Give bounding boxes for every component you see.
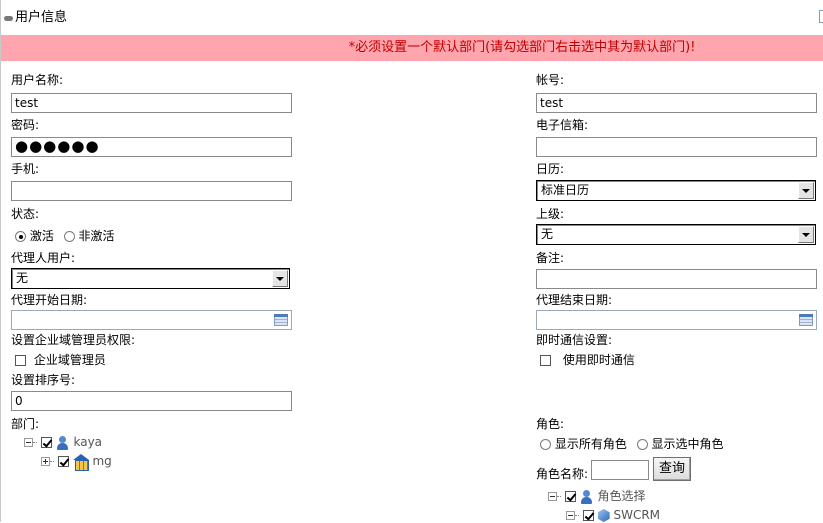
role-radio-group: 显示所有角色 显示选中角色 — [540, 436, 724, 452]
calendar-label: 日历: — [536, 162, 565, 176]
role-root-checkbox[interactable] — [564, 491, 576, 502]
superior-label: 上级: — [536, 207, 565, 221]
banner-text: *必须设置一个默认部门(请勾选部门右击选中其为默认部门)! — [348, 40, 696, 55]
role-tree-label[interactable]: SWCRM — [613, 508, 660, 522]
dept-label: 部门: — [11, 417, 40, 431]
required-dept-banner: *必须设置一个默认部门(请勾选部门右击选中其为默认部门)! — [1, 35, 823, 61]
show-selected-roles-label: 显示选中角色 — [651, 437, 724, 451]
sort-no-input[interactable]: 0 — [11, 391, 292, 411]
dept-tree-label[interactable]: kaya — [73, 435, 102, 449]
enterprise-admin-checkbox[interactable] — [15, 355, 26, 366]
superior-value: 无 — [541, 227, 554, 241]
proxy-user-value: 无 — [16, 271, 29, 285]
page-header: 用户信息 — [4, 9, 67, 27]
role-tree-node: 角色选择 — [548, 488, 646, 504]
dept-tree-label[interactable]: mg — [92, 454, 111, 468]
use-im-label: 使用即时通信 — [562, 353, 635, 367]
enterprise-admin-label: 企业域管理员 — [33, 353, 106, 367]
password-input[interactable]: ●●●●●● — [11, 137, 292, 157]
superior-select[interactable]: 无 — [536, 224, 816, 245]
account-label: 帐号: — [536, 73, 565, 87]
im-settings-label: 即时通信设置: — [536, 333, 613, 347]
tree-collapse-icon[interactable] — [566, 511, 575, 520]
dept-checkbox-mg[interactable] — [57, 456, 69, 467]
mobile-input[interactable] — [11, 181, 292, 201]
admin-checkbox-row: 企业域管理员 — [15, 352, 106, 368]
status-active-radio[interactable] — [15, 231, 26, 242]
page-title: 用户信息 — [15, 10, 68, 25]
mobile-label: 手机: — [11, 162, 40, 176]
calendar-icon[interactable] — [799, 314, 813, 326]
dept-tree-node: kaya — [24, 434, 102, 450]
email-input[interactable] — [536, 137, 817, 157]
role-name-label: 角色名称: — [536, 467, 589, 481]
username-label: 用户名称: — [11, 73, 64, 87]
password-label: 密码: — [11, 118, 40, 132]
remark-input[interactable] — [536, 269, 817, 289]
calendar-icon[interactable] — [274, 314, 288, 326]
role-tree-label[interactable]: 角色选择 — [597, 489, 645, 503]
status-label: 状态: — [11, 207, 40, 221]
chevron-down-icon[interactable] — [798, 182, 814, 199]
proxy-start-label: 代理开始日期: — [11, 293, 88, 307]
proxy-user-label: 代理人用户: — [11, 251, 76, 265]
tree-collapse-icon[interactable] — [24, 438, 33, 447]
dept-checkbox-kaya[interactable] — [40, 437, 52, 448]
use-im-checkbox[interactable] — [540, 355, 551, 366]
sort-no-label: 设置排序号: — [11, 373, 76, 387]
role-group-icon — [597, 509, 610, 522]
status-radio-group: 激活 非激活 — [15, 228, 115, 244]
query-button[interactable]: 查询 — [653, 457, 691, 481]
user-icon — [580, 489, 594, 504]
status-inactive-label: 非激活 — [78, 229, 115, 243]
chevron-down-icon[interactable] — [798, 226, 814, 243]
calendar-value: 标准日历 — [541, 183, 590, 197]
role-swcrm-checkbox[interactable] — [582, 510, 594, 521]
show-all-roles-label: 显示所有角色 — [554, 437, 627, 451]
status-active-label: 激活 — [29, 229, 54, 243]
admin-perm-label: 设置企业域管理员权限: — [11, 333, 136, 347]
tree-collapse-icon[interactable] — [548, 492, 557, 501]
user-icon — [56, 435, 70, 450]
im-checkbox-row: 使用即时通信 — [540, 352, 635, 368]
collapse-edge-icon[interactable] — [819, 10, 823, 23]
role-name-input[interactable] — [591, 460, 649, 480]
dept-tree-node: mg — [41, 453, 112, 471]
email-label: 电子信箱: — [536, 118, 589, 132]
remark-label: 备注: — [536, 251, 565, 265]
username-input[interactable]: test — [11, 93, 292, 113]
role-label: 角色: — [536, 417, 565, 431]
calendar-select[interactable]: 标准日历 — [536, 180, 816, 201]
role-tree-node: SWCRM — [566, 507, 660, 523]
account-input[interactable]: test — [536, 93, 817, 113]
proxy-end-date-input[interactable] — [536, 310, 817, 330]
chevron-down-icon[interactable] — [272, 270, 288, 287]
show-all-roles-radio[interactable] — [540, 439, 551, 450]
show-selected-roles-radio[interactable] — [636, 439, 648, 450]
status-inactive-radio[interactable] — [63, 231, 75, 242]
proxy-user-select[interactable]: 无 — [11, 268, 290, 289]
header-bullet-icon — [4, 15, 13, 21]
frame-left-border — [0, 0, 1, 522]
tree-expand-icon[interactable] — [41, 457, 50, 466]
proxy-start-date-input[interactable] — [11, 310, 292, 330]
proxy-end-label: 代理结束日期: — [536, 293, 613, 307]
department-icon — [72, 454, 89, 471]
